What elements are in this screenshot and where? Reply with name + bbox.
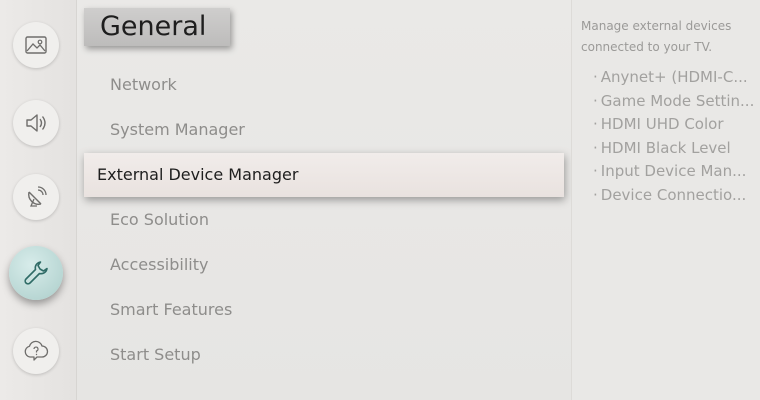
- menu-item-start-setup[interactable]: Start Setup: [110, 343, 201, 367]
- menu-item-eco-solution[interactable]: Eco Solution: [110, 208, 209, 232]
- sidebar-item-support[interactable]: [13, 328, 59, 374]
- wrench-icon: [24, 261, 48, 285]
- sub-item: · Device Connectio...: [593, 186, 747, 204]
- sub-item: · Input Device Man...: [593, 162, 747, 180]
- support-icon: [24, 340, 49, 361]
- category-sidebar: [0, 0, 77, 400]
- sidebar-item-picture[interactable]: [13, 22, 59, 68]
- sub-item: · Game Mode Settin...: [593, 92, 755, 110]
- description-text: Manage external devices connected to you…: [581, 19, 732, 54]
- menu-item-system-manager[interactable]: System Manager: [110, 118, 245, 142]
- menu-item-smart-features[interactable]: Smart Features: [110, 298, 232, 322]
- sub-item: · HDMI UHD Color: [593, 115, 724, 133]
- sidebar-item-general[interactable]: [9, 246, 63, 300]
- sound-icon: [26, 114, 46, 132]
- sidebar-item-broadcasting[interactable]: [13, 174, 59, 220]
- menu-item-accessibility[interactable]: Accessibility: [110, 253, 208, 277]
- sidebar-item-sound[interactable]: [13, 100, 59, 146]
- menu-panel: [77, 0, 571, 400]
- menu-item-network[interactable]: Network: [110, 73, 177, 97]
- sub-item: · Anynet+ (HDMI-C...: [593, 68, 748, 86]
- page-title: General: [84, 8, 230, 46]
- picture-icon: [25, 36, 47, 54]
- menu-item-external-device-manager[interactable]: External Device Manager: [84, 153, 564, 197]
- broadcast-icon: [28, 186, 47, 207]
- sub-item: · HDMI Black Level: [593, 139, 731, 157]
